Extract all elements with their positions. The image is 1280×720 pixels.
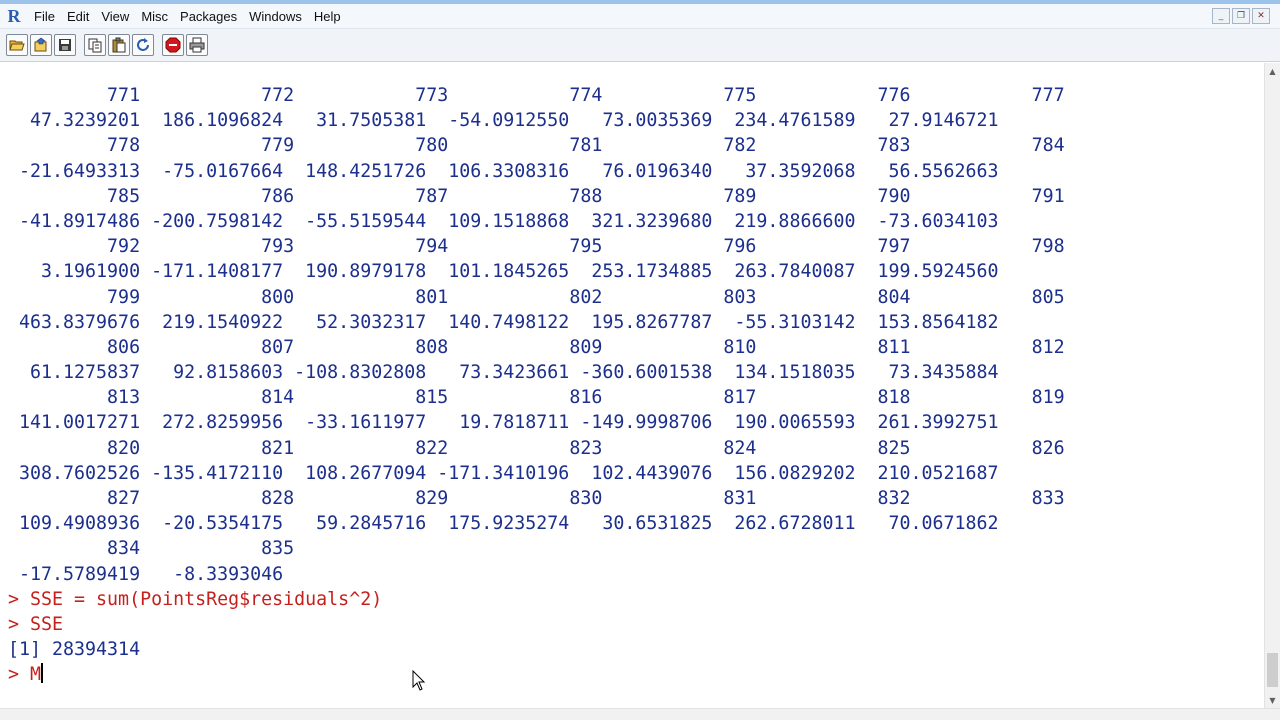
toolbar bbox=[0, 29, 1280, 62]
text-caret bbox=[41, 663, 44, 684]
console-output: 771 772 773 774 775 776 777 47.3239201 1… bbox=[8, 83, 1065, 688]
menu-edit[interactable]: Edit bbox=[61, 7, 95, 26]
save-icon bbox=[59, 39, 71, 51]
output-line: 806 807 808 809 810 811 812 bbox=[8, 336, 1065, 358]
output-line: -41.8917486 -200.7598142 -55.5159544 109… bbox=[8, 210, 999, 232]
output-line: 47.3239201 186.1096824 31.7505381 -54.09… bbox=[8, 110, 999, 132]
output-line: 813 814 815 816 817 818 819 bbox=[8, 387, 1065, 409]
output-line: -21.6493313 -75.0167664 148.4251726 106.… bbox=[8, 160, 999, 182]
output-line: 792 793 794 795 796 797 798 bbox=[8, 236, 1065, 258]
input-line[interactable]: > M bbox=[8, 662, 1065, 687]
print-button[interactable] bbox=[186, 34, 208, 56]
output-line: 799 800 801 802 803 804 805 bbox=[8, 286, 1065, 308]
mouse-pointer-icon bbox=[412, 670, 426, 691]
menu-view[interactable]: View bbox=[95, 7, 135, 26]
print-icon bbox=[189, 37, 205, 53]
menu-packages[interactable]: Packages bbox=[174, 7, 243, 26]
menu-bar: R File Edit View Misc Packages Windows H… bbox=[0, 4, 1280, 29]
stop-button[interactable] bbox=[162, 34, 184, 56]
output-line: -17.5789419 -8.3393046 bbox=[8, 563, 284, 585]
menu-file[interactable]: File bbox=[28, 7, 61, 26]
minimize-button[interactable]: _ bbox=[1212, 8, 1230, 24]
console-window-controls: _ ❐ ✕ bbox=[1212, 8, 1270, 24]
output-line: 308.7602526 -135.4172110 108.2677094 -17… bbox=[8, 462, 999, 484]
open-folder-icon bbox=[9, 40, 25, 51]
copy-button[interactable] bbox=[84, 34, 106, 56]
result-line: [1] 28394314 bbox=[8, 639, 141, 661]
command-line: > SSE = sum(PointsReg$residuals^2) bbox=[8, 588, 383, 610]
copy-icon bbox=[88, 38, 102, 53]
console-input[interactable]: M bbox=[30, 664, 41, 685]
vertical-scrollbar[interactable]: ▲ ▼ bbox=[1264, 63, 1280, 708]
scroll-up-icon[interactable]: ▲ bbox=[1265, 63, 1280, 79]
save-workspace-button[interactable] bbox=[54, 34, 76, 56]
menu-misc[interactable]: Misc bbox=[135, 7, 174, 26]
output-line: 827 828 829 830 831 832 833 bbox=[8, 488, 1065, 509]
output-line: 3.1961900 -171.1408177 190.8979178 101.1… bbox=[8, 261, 999, 283]
load-workspace-icon bbox=[34, 37, 47, 52]
menu-windows[interactable]: Windows bbox=[243, 7, 308, 26]
stop-icon bbox=[165, 37, 181, 53]
output-line: 61.1275837 92.8158603 -108.8302808 73.34… bbox=[8, 362, 999, 384]
open-script-button[interactable] bbox=[6, 34, 28, 56]
output-line: 778 779 780 781 782 783 784 bbox=[8, 135, 1065, 157]
close-button[interactable]: ✕ bbox=[1252, 8, 1270, 24]
paste-button[interactable] bbox=[108, 34, 130, 56]
horizontal-scrollbar[interactable] bbox=[0, 708, 1280, 720]
command-line: > SSE bbox=[8, 613, 64, 635]
output-line: 834 835 bbox=[8, 538, 295, 560]
menu-help[interactable]: Help bbox=[308, 7, 347, 26]
load-workspace-button[interactable] bbox=[30, 34, 52, 56]
copy-paste-button[interactable] bbox=[132, 34, 154, 56]
output-line: 771 772 773 774 775 776 777 bbox=[8, 85, 1065, 106]
console-prompt: > bbox=[8, 664, 31, 686]
output-line: 109.4908936 -20.5354175 59.2845716 175.9… bbox=[8, 513, 999, 535]
refresh-icon bbox=[137, 38, 149, 51]
output-line: 463.8379676 219.1540922 52.3032317 140.7… bbox=[8, 311, 999, 333]
paste-icon bbox=[112, 37, 126, 53]
output-line: 141.0017271 272.8259956 -33.1611977 19.7… bbox=[8, 412, 999, 434]
scrollbar-thumb[interactable] bbox=[1267, 653, 1278, 687]
r-logo-icon[interactable]: R bbox=[6, 7, 22, 25]
scroll-down-icon[interactable]: ▼ bbox=[1265, 692, 1280, 708]
output-line: 785 786 787 788 789 790 791 bbox=[8, 185, 1065, 207]
restore-button[interactable]: ❐ bbox=[1232, 8, 1250, 24]
output-line: 820 821 822 823 824 825 826 bbox=[8, 437, 1065, 459]
r-console[interactable]: 771 772 773 774 775 776 777 47.3239201 1… bbox=[0, 63, 1264, 708]
